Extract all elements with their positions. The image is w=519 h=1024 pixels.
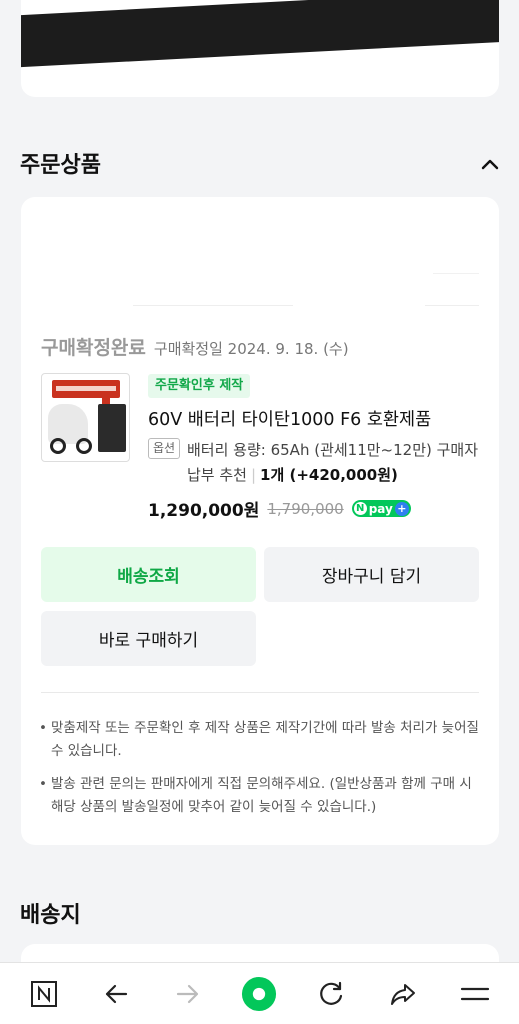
green-dot-icon[interactable] <box>241 976 277 1012</box>
chevron-up-icon[interactable] <box>480 154 500 174</box>
npay-badge: N pay + <box>351 500 411 517</box>
bullet: • <box>39 776 47 792</box>
share-icon[interactable] <box>385 976 421 1012</box>
order-status-row: 구매확정완료 구매확정일 2024. 9. 18. (수) <box>41 333 349 360</box>
npay-label: pay <box>368 501 393 516</box>
track-delivery-button[interactable]: 배송조회 <box>41 547 256 602</box>
seller-divider <box>133 305 293 306</box>
add-to-cart-button[interactable]: 장바구니 담기 <box>264 547 479 602</box>
naver-home-icon[interactable] <box>26 976 62 1012</box>
note-item: • 발송 관련 문의는 판매자에게 직접 문의해주세요. (일반상품과 함께 구… <box>39 773 479 819</box>
seller-divider-small <box>433 273 479 274</box>
option-separator: | <box>250 466 257 484</box>
option-quantity: 1개 (+420,000원) <box>260 466 398 484</box>
note-text: 발송 관련 문의는 판매자에게 직접 문의해주세요. (일반상품과 함께 구매 … <box>51 776 472 815</box>
npay-plus-icon: + <box>394 501 409 516</box>
order-status: 구매확정완료 <box>41 337 146 359</box>
made-to-order-tag: 주문확인후 제작 <box>148 374 251 398</box>
section-divider <box>41 692 479 693</box>
order-section-title: 주문상품 <box>20 153 101 178</box>
buy-now-button[interactable]: 바로 구매하기 <box>41 611 256 666</box>
menu-icon[interactable] <box>457 976 493 1012</box>
order-product-card: 구매확정완료 구매확정일 2024. 9. 18. (수) 주문확인후 제작 6… <box>21 197 499 845</box>
note-text: 맞춤제작 또는 주문확인 후 제작 상품은 제작기간에 따라 발송 처리가 늦어… <box>51 720 479 759</box>
option-badge: 옵션 <box>148 438 181 459</box>
bullet: • <box>39 720 47 736</box>
seller-divider-right <box>425 305 479 306</box>
note-item: • 맞춤제작 또는 주문확인 후 제작 상품은 제작기간에 따라 발송 처리가 … <box>39 717 479 763</box>
option-details: 배터리 용량: 65Ah (관세11만~12만) 구매자납부 추천 | 1개 (+4… <box>187 438 487 488</box>
product-price: 1,290,000원 <box>148 501 260 521</box>
shipping-notes: • 맞춤제작 또는 주문확인 후 제작 상품은 제작기간에 따라 발송 처리가 … <box>39 717 479 829</box>
scooter-wheel <box>50 438 66 454</box>
refresh-icon[interactable] <box>313 976 349 1012</box>
scooter-wheel <box>76 438 92 454</box>
original-price: 1,790,000 <box>267 499 344 518</box>
product-thumbnail[interactable] <box>41 373 130 462</box>
battery-image <box>98 404 126 452</box>
redaction-scribble <box>21 0 499 69</box>
confirm-date: 구매확정일 2024. 9. 18. (수) <box>153 340 349 358</box>
thumb-banner-text <box>56 386 116 391</box>
product-name[interactable]: 60V 배터리 타이탄1000 F6 호환제품 <box>148 406 431 431</box>
forward-arrow-icon[interactable] <box>170 976 206 1012</box>
back-arrow-icon[interactable] <box>98 976 134 1012</box>
npay-n-icon: N <box>353 502 367 515</box>
top-info-card <box>21 0 499 97</box>
shipping-section-title: 배송지 <box>20 903 81 928</box>
browser-bottom-bar <box>0 962 519 1024</box>
price-row: 1,290,000원 1,790,000 N pay + <box>148 496 411 521</box>
